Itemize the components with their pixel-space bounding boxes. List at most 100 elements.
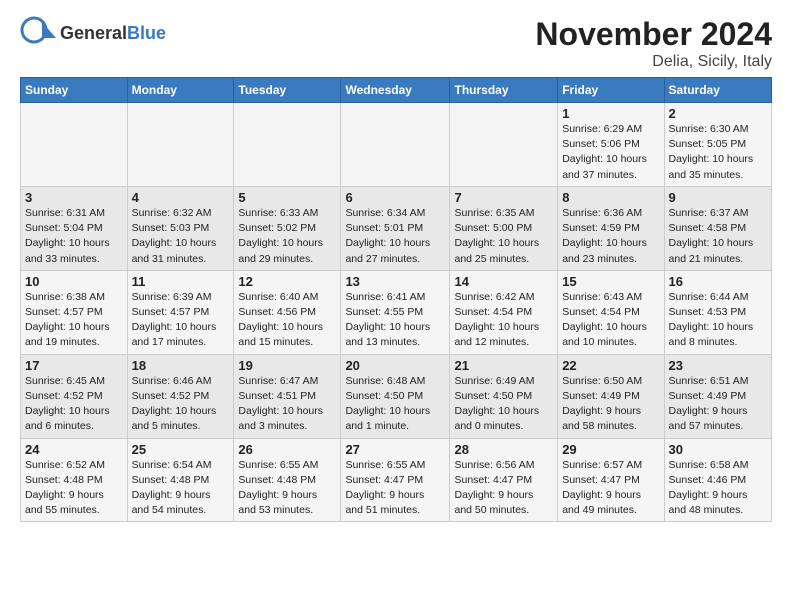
table-row bbox=[341, 103, 450, 187]
table-row: 17Sunrise: 6:45 AM Sunset: 4:52 PM Dayli… bbox=[21, 354, 128, 438]
page-subtitle: Delia, Sicily, Italy bbox=[535, 53, 772, 71]
header-sunday: Sunday bbox=[21, 78, 128, 103]
logo-text: GeneralBlue bbox=[60, 24, 166, 44]
week-row-1: 3Sunrise: 6:31 AM Sunset: 5:04 PM Daylig… bbox=[21, 186, 772, 270]
table-row: 18Sunrise: 6:46 AM Sunset: 4:52 PM Dayli… bbox=[127, 354, 234, 438]
table-row: 6Sunrise: 6:34 AM Sunset: 5:01 PM Daylig… bbox=[341, 186, 450, 270]
day-info: Sunrise: 6:46 AM Sunset: 4:52 PM Dayligh… bbox=[132, 374, 230, 435]
logo-icon bbox=[20, 16, 56, 52]
header-tuesday: Tuesday bbox=[234, 78, 341, 103]
day-info: Sunrise: 6:36 AM Sunset: 4:59 PM Dayligh… bbox=[562, 206, 659, 267]
day-number: 24 bbox=[25, 442, 123, 457]
day-number: 5 bbox=[238, 190, 336, 205]
day-number: 20 bbox=[345, 358, 445, 373]
table-row bbox=[21, 103, 128, 187]
day-info: Sunrise: 6:57 AM Sunset: 4:47 PM Dayligh… bbox=[562, 458, 659, 519]
day-info: Sunrise: 6:45 AM Sunset: 4:52 PM Dayligh… bbox=[25, 374, 123, 435]
day-number: 29 bbox=[562, 442, 659, 457]
day-info: Sunrise: 6:48 AM Sunset: 4:50 PM Dayligh… bbox=[345, 374, 445, 435]
header-wednesday: Wednesday bbox=[341, 78, 450, 103]
day-info: Sunrise: 6:30 AM Sunset: 5:05 PM Dayligh… bbox=[669, 122, 767, 183]
day-number: 6 bbox=[345, 190, 445, 205]
day-number: 23 bbox=[669, 358, 767, 373]
day-number: 1 bbox=[562, 106, 659, 121]
calendar-table: Sunday Monday Tuesday Wednesday Thursday… bbox=[20, 77, 772, 522]
day-info: Sunrise: 6:49 AM Sunset: 4:50 PM Dayligh… bbox=[454, 374, 553, 435]
table-row: 27Sunrise: 6:55 AM Sunset: 4:47 PM Dayli… bbox=[341, 438, 450, 522]
day-info: Sunrise: 6:33 AM Sunset: 5:02 PM Dayligh… bbox=[238, 206, 336, 267]
table-row: 24Sunrise: 6:52 AM Sunset: 4:48 PM Dayli… bbox=[21, 438, 128, 522]
table-row: 19Sunrise: 6:47 AM Sunset: 4:51 PM Dayli… bbox=[234, 354, 341, 438]
table-row: 20Sunrise: 6:48 AM Sunset: 4:50 PM Dayli… bbox=[341, 354, 450, 438]
table-row: 11Sunrise: 6:39 AM Sunset: 4:57 PM Dayli… bbox=[127, 270, 234, 354]
day-info: Sunrise: 6:51 AM Sunset: 4:49 PM Dayligh… bbox=[669, 374, 767, 435]
header-saturday: Saturday bbox=[664, 78, 771, 103]
day-number: 10 bbox=[25, 274, 123, 289]
day-info: Sunrise: 6:39 AM Sunset: 4:57 PM Dayligh… bbox=[132, 290, 230, 351]
table-row: 30Sunrise: 6:58 AM Sunset: 4:46 PM Dayli… bbox=[664, 438, 771, 522]
day-number: 18 bbox=[132, 358, 230, 373]
page: GeneralBlue November 2024 Delia, Sicily,… bbox=[0, 0, 792, 532]
day-info: Sunrise: 6:55 AM Sunset: 4:48 PM Dayligh… bbox=[238, 458, 336, 519]
table-row: 14Sunrise: 6:42 AM Sunset: 4:54 PM Dayli… bbox=[450, 270, 558, 354]
week-row-3: 17Sunrise: 6:45 AM Sunset: 4:52 PM Dayli… bbox=[21, 354, 772, 438]
logo-blue: Blue bbox=[127, 23, 166, 43]
table-row: 12Sunrise: 6:40 AM Sunset: 4:56 PM Dayli… bbox=[234, 270, 341, 354]
day-number: 21 bbox=[454, 358, 553, 373]
day-info: Sunrise: 6:34 AM Sunset: 5:01 PM Dayligh… bbox=[345, 206, 445, 267]
day-number: 9 bbox=[669, 190, 767, 205]
logo: GeneralBlue bbox=[20, 16, 166, 52]
day-info: Sunrise: 6:35 AM Sunset: 5:00 PM Dayligh… bbox=[454, 206, 553, 267]
table-row: 23Sunrise: 6:51 AM Sunset: 4:49 PM Dayli… bbox=[664, 354, 771, 438]
day-info: Sunrise: 6:32 AM Sunset: 5:03 PM Dayligh… bbox=[132, 206, 230, 267]
page-title: November 2024 bbox=[535, 16, 772, 53]
day-number: 17 bbox=[25, 358, 123, 373]
table-row: 8Sunrise: 6:36 AM Sunset: 4:59 PM Daylig… bbox=[558, 186, 664, 270]
day-info: Sunrise: 6:40 AM Sunset: 4:56 PM Dayligh… bbox=[238, 290, 336, 351]
table-row: 1Sunrise: 6:29 AM Sunset: 5:06 PM Daylig… bbox=[558, 103, 664, 187]
day-number: 8 bbox=[562, 190, 659, 205]
table-row: 3Sunrise: 6:31 AM Sunset: 5:04 PM Daylig… bbox=[21, 186, 128, 270]
header-monday: Monday bbox=[127, 78, 234, 103]
table-row bbox=[450, 103, 558, 187]
table-row: 29Sunrise: 6:57 AM Sunset: 4:47 PM Dayli… bbox=[558, 438, 664, 522]
day-number: 28 bbox=[454, 442, 553, 457]
day-info: Sunrise: 6:41 AM Sunset: 4:55 PM Dayligh… bbox=[345, 290, 445, 351]
day-info: Sunrise: 6:37 AM Sunset: 4:58 PM Dayligh… bbox=[669, 206, 767, 267]
calendar-header: Sunday Monday Tuesday Wednesday Thursday… bbox=[21, 78, 772, 103]
day-info: Sunrise: 6:44 AM Sunset: 4:53 PM Dayligh… bbox=[669, 290, 767, 351]
day-number: 27 bbox=[345, 442, 445, 457]
table-row: 21Sunrise: 6:49 AM Sunset: 4:50 PM Dayli… bbox=[450, 354, 558, 438]
day-number: 15 bbox=[562, 274, 659, 289]
day-number: 12 bbox=[238, 274, 336, 289]
table-row: 10Sunrise: 6:38 AM Sunset: 4:57 PM Dayli… bbox=[21, 270, 128, 354]
day-number: 19 bbox=[238, 358, 336, 373]
day-info: Sunrise: 6:47 AM Sunset: 4:51 PM Dayligh… bbox=[238, 374, 336, 435]
table-row bbox=[127, 103, 234, 187]
day-number: 3 bbox=[25, 190, 123, 205]
title-block: November 2024 Delia, Sicily, Italy bbox=[535, 16, 772, 71]
calendar-body: 1Sunrise: 6:29 AM Sunset: 5:06 PM Daylig… bbox=[21, 103, 772, 522]
day-info: Sunrise: 6:42 AM Sunset: 4:54 PM Dayligh… bbox=[454, 290, 553, 351]
day-number: 25 bbox=[132, 442, 230, 457]
weekday-row: Sunday Monday Tuesday Wednesday Thursday… bbox=[21, 78, 772, 103]
table-row: 5Sunrise: 6:33 AM Sunset: 5:02 PM Daylig… bbox=[234, 186, 341, 270]
table-row: 7Sunrise: 6:35 AM Sunset: 5:00 PM Daylig… bbox=[450, 186, 558, 270]
day-info: Sunrise: 6:31 AM Sunset: 5:04 PM Dayligh… bbox=[25, 206, 123, 267]
day-number: 14 bbox=[454, 274, 553, 289]
header-friday: Friday bbox=[558, 78, 664, 103]
day-number: 7 bbox=[454, 190, 553, 205]
table-row: 13Sunrise: 6:41 AM Sunset: 4:55 PM Dayli… bbox=[341, 270, 450, 354]
day-info: Sunrise: 6:52 AM Sunset: 4:48 PM Dayligh… bbox=[25, 458, 123, 519]
day-info: Sunrise: 6:54 AM Sunset: 4:48 PM Dayligh… bbox=[132, 458, 230, 519]
table-row: 22Sunrise: 6:50 AM Sunset: 4:49 PM Dayli… bbox=[558, 354, 664, 438]
table-row: 15Sunrise: 6:43 AM Sunset: 4:54 PM Dayli… bbox=[558, 270, 664, 354]
day-info: Sunrise: 6:43 AM Sunset: 4:54 PM Dayligh… bbox=[562, 290, 659, 351]
day-number: 26 bbox=[238, 442, 336, 457]
day-number: 22 bbox=[562, 358, 659, 373]
day-info: Sunrise: 6:38 AM Sunset: 4:57 PM Dayligh… bbox=[25, 290, 123, 351]
table-row bbox=[234, 103, 341, 187]
header: GeneralBlue November 2024 Delia, Sicily,… bbox=[20, 16, 772, 71]
week-row-0: 1Sunrise: 6:29 AM Sunset: 5:06 PM Daylig… bbox=[21, 103, 772, 187]
day-number: 11 bbox=[132, 274, 230, 289]
